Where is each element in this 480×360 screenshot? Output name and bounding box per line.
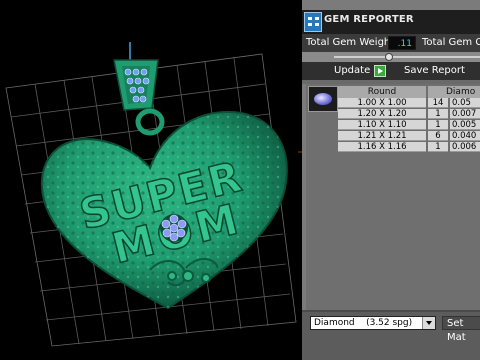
- table-cell-size[interactable]: 1.00 X 1.00: [338, 98, 426, 108]
- table-cell-size[interactable]: 1.10 X 1.10: [338, 120, 426, 130]
- table-cell-weight[interactable]: 0.007: [450, 109, 480, 119]
- flower-gem-cluster: [160, 214, 188, 242]
- table-cell-qty[interactable]: 6: [428, 131, 448, 141]
- material-row: Diamond (3.52 spg) Set Mat: [302, 312, 480, 360]
- gem-type-cell[interactable]: [308, 86, 338, 112]
- set-material-button[interactable]: Set Mat: [442, 316, 480, 343]
- column-header-round[interactable]: Round: [338, 86, 426, 98]
- panel-title-bar[interactable]: GEM REPORTER: [302, 10, 480, 34]
- table-cell-weight[interactable]: 0.005: [450, 120, 480, 130]
- play-icon[interactable]: [374, 65, 386, 77]
- total-weight-row: Total Gem Weight .11 Total Gem C: [302, 34, 480, 52]
- table-cell-qty[interactable]: 1: [428, 109, 448, 119]
- table-cell-weight[interactable]: 0.05: [450, 98, 480, 108]
- slider-handle[interactable]: [385, 53, 393, 61]
- total-gem-count-label: Total Gem C: [422, 37, 480, 48]
- chevron-down-icon[interactable]: [422, 317, 435, 329]
- save-report-button[interactable]: Save Report: [404, 64, 465, 78]
- table-cell-size[interactable]: 1.20 X 1.20: [338, 109, 426, 119]
- table-cell-size[interactable]: 1.21 X 1.21: [338, 131, 426, 141]
- update-button[interactable]: Update: [334, 64, 370, 78]
- panel-slider[interactable]: [302, 52, 480, 62]
- table-cell-weight[interactable]: 0.006: [450, 142, 480, 152]
- material-select-value: Diamond (3.52 spg): [314, 318, 413, 328]
- slider-track: [334, 56, 480, 58]
- table-cell-size[interactable]: 1.16 X 1.16: [338, 142, 426, 152]
- table-cell-weight[interactable]: 0.040: [450, 131, 480, 141]
- gem-reporter-panel: GEM REPORTER Total Gem Weight .11 Total …: [302, 0, 480, 360]
- 3d-viewport[interactable]: SUPER MOM: [0, 0, 302, 360]
- table-cell-qty[interactable]: 1: [428, 120, 448, 130]
- panel-title: GEM REPORTER: [324, 14, 414, 25]
- total-gem-weight-label: Total Gem Weight: [306, 37, 395, 48]
- table-cell-qty[interactable]: 14: [428, 98, 448, 108]
- round-gem-icon: [314, 93, 332, 105]
- material-select[interactable]: Diamond (3.52 spg): [310, 316, 436, 330]
- table-cell-qty[interactable]: 1: [428, 142, 448, 152]
- gem-reporter-app-icon: [304, 12, 322, 32]
- gem-table: Round Diamo 1.00 X 1.00 14 0.05 1.20 X 1…: [306, 84, 480, 310]
- action-buttons-row: Update Save Report: [302, 62, 480, 80]
- total-gem-weight-value: .11: [388, 36, 416, 50]
- column-header-diamond[interactable]: Diamo: [428, 86, 480, 98]
